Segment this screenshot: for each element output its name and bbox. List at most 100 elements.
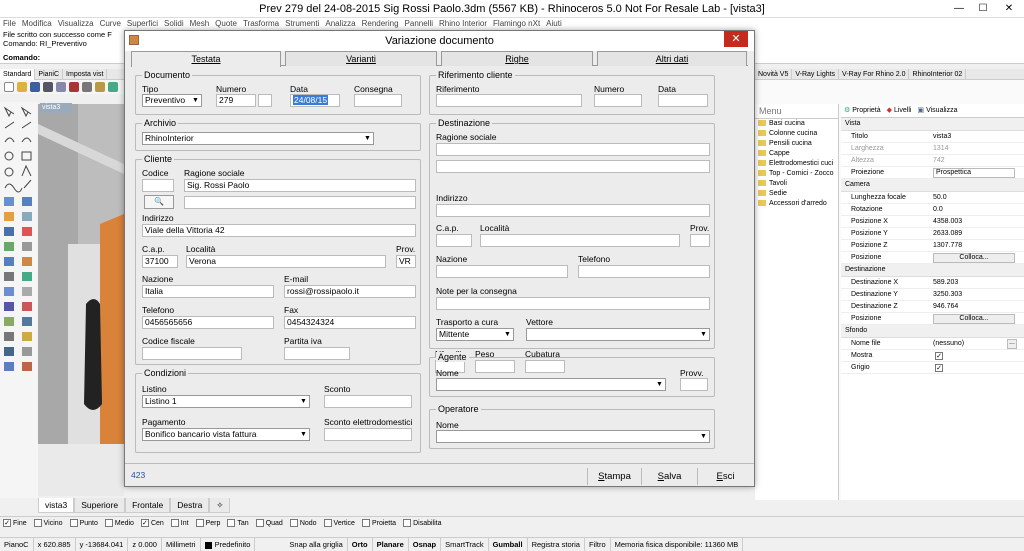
osnap-tan[interactable]: Tan (224, 517, 249, 531)
tab-standard[interactable]: Standard (0, 69, 36, 80)
menu-item[interactable]: Basi cucina (755, 119, 838, 129)
prop-nome-file[interactable]: Nome file (nessuno)... (841, 338, 1024, 350)
archivio-select[interactable]: RhinoInterior ▼ (142, 132, 374, 145)
prov-field[interactable]: VR (396, 255, 416, 268)
codice-field[interactable] (142, 179, 174, 192)
import-icon[interactable] (56, 82, 66, 92)
prop-rotazione[interactable]: Rotazione 0.0 (841, 204, 1024, 216)
vettore-select[interactable]: ▼ (526, 328, 710, 341)
status-plane[interactable]: PianoC (0, 538, 34, 551)
viewport-vista3[interactable] (38, 104, 124, 496)
menu-rhino-interior[interactable]: Rhino Interior (436, 18, 490, 30)
rif-numero-field[interactable] (594, 94, 642, 107)
browse-file-button[interactable]: ... (1007, 339, 1017, 349)
search-client-button[interactable]: 🔍 (144, 195, 174, 209)
menu-item[interactable]: Colonne cucina (755, 129, 838, 139)
fax-field[interactable]: 0454324324 (284, 316, 416, 329)
prop-proiezione[interactable]: Proiezione Prospettica (841, 167, 1024, 179)
prop-dest-z[interactable]: Destinazione Z 946.764 (841, 301, 1024, 313)
prop-titolo[interactable]: Titolo vista3 (841, 131, 1024, 143)
riferimento-field[interactable] (436, 94, 582, 107)
ragione-sociale-2-field[interactable] (184, 196, 416, 209)
codice-fiscale-field[interactable] (142, 347, 242, 360)
tab-destra[interactable]: Destra (170, 498, 210, 513)
sconto-elettrodomestici-field[interactable] (324, 428, 412, 441)
copy-icon[interactable] (82, 82, 92, 92)
menu-item[interactable]: Tavoli (755, 179, 838, 189)
tab-testata[interactable]: Testata (131, 51, 281, 67)
osnap-fine[interactable]: ✓ Fine (0, 517, 27, 531)
partita-iva-field[interactable] (284, 347, 350, 360)
osnap-vertice[interactable]: Vertice (321, 517, 355, 531)
localita-field[interactable]: Verona (186, 255, 386, 268)
colloca-dest-button[interactable]: Colloca... (933, 314, 1015, 324)
menu-file[interactable]: File (0, 18, 19, 30)
menu-trasforma[interactable]: Trasforma (240, 18, 282, 30)
dialog-close-button[interactable]: ✕ (724, 31, 748, 47)
osnap-checkbox[interactable] (227, 519, 236, 528)
viewport-title[interactable]: vista3 (40, 103, 72, 113)
add-view-tab[interactable]: ✧ (209, 498, 231, 513)
esci-button[interactable]: Esci (697, 468, 753, 485)
dest-nazione-field[interactable] (436, 265, 568, 278)
close-window-button[interactable]: ✕ (998, 2, 1020, 16)
prop-posizione-y[interactable]: Posizione Y 2633.089 (841, 228, 1024, 240)
tab-pianic[interactable]: PianiC (35, 69, 64, 80)
tab-righe[interactable]: Righe (441, 51, 593, 66)
osnap-checkbox[interactable] (403, 519, 412, 528)
osnap-checkbox[interactable]: ✓ (3, 519, 11, 528)
print-icon[interactable] (43, 82, 53, 92)
tab-novita[interactable]: Novità V5 (755, 69, 793, 80)
menu-item[interactable]: Accessori d'arredo (755, 199, 838, 209)
osnap-cen[interactable]: ✓ Cen (138, 517, 164, 531)
osnap-perp[interactable]: Perp (193, 517, 220, 531)
orto-toggle[interactable]: Orto (348, 538, 373, 551)
prop-posizione-z[interactable]: Posizione Z 1307.778 (841, 240, 1024, 252)
history-toggle[interactable]: Registra storia (528, 538, 585, 551)
menu-quote[interactable]: Quote (212, 18, 240, 30)
status-layer[interactable]: Predefinito (201, 538, 256, 551)
menu-item[interactable]: Pensili cucina (755, 139, 838, 149)
agente-select[interactable]: ▼ (436, 378, 666, 391)
dest-localita-field[interactable] (480, 234, 680, 247)
consegna-field[interactable] (354, 94, 402, 107)
listino-select[interactable]: Listino 1 ▼ (142, 395, 310, 408)
menu-analizza[interactable]: Analizza (322, 18, 358, 30)
prop-dest-y[interactable]: Destinazione Y 3250.303 (841, 289, 1024, 301)
pagamento-select[interactable]: Bonifico bancario vista fattura ▼ (142, 428, 310, 441)
osnap-checkbox[interactable] (104, 519, 113, 528)
tab-proprieta[interactable]: ⚙ Proprietà (841, 104, 884, 118)
tab-imposta-vista[interactable]: Imposta vist (63, 69, 108, 80)
open-folder-icon[interactable] (17, 82, 27, 92)
snap-toggle[interactable]: Snap alla griglia (285, 538, 348, 551)
osnap-toggle[interactable]: Osnap (409, 538, 442, 551)
stampa-button[interactable]: Stampa (587, 468, 641, 485)
menu-flamingo[interactable]: Flamingo nXt (490, 18, 543, 30)
tab-vray-lights[interactable]: V-Ray Lights (792, 69, 840, 80)
osnap-nodo[interactable]: Nodo (287, 517, 317, 531)
osnap-checkbox[interactable] (289, 519, 298, 528)
grigio-checkbox[interactable]: ✓ (935, 364, 943, 372)
colloca-camera-button[interactable]: Colloca... (933, 253, 1015, 263)
tab-visualizza[interactable]: ▣ Visualizza (915, 104, 961, 118)
menu-aiuti[interactable]: Aiuti (543, 18, 565, 30)
save-icon[interactable] (30, 82, 40, 92)
nazione-field[interactable]: Italia (142, 285, 274, 298)
tab-vray-rhino[interactable]: V-Ray For Rhino 2.0 (839, 69, 910, 80)
menu-mesh[interactable]: Mesh (187, 18, 213, 30)
trasporto-select[interactable]: Mittente ▼ (436, 328, 514, 341)
prop-lunghezza-focale[interactable]: Lunghezza focale 50.0 (841, 192, 1024, 204)
tool-icons-grid[interactable] (0, 102, 38, 498)
menu-superfici[interactable]: Superfici (124, 18, 161, 30)
osnap-checkbox[interactable] (255, 519, 264, 528)
tab-varianti[interactable]: Varianti (285, 51, 437, 66)
osnap-checkbox[interactable] (361, 519, 370, 528)
dest-ragione-field[interactable] (436, 143, 710, 156)
osnap-disabilita[interactable]: Disabilita (400, 517, 441, 531)
menu-curve[interactable]: Curve (97, 18, 124, 30)
tab-rhinointerior[interactable]: RhinoInterior 02 (909, 69, 967, 80)
minimize-button[interactable]: — (948, 2, 970, 16)
pan-icon[interactable] (108, 82, 118, 92)
menu-solidi[interactable]: Solidi (161, 18, 187, 30)
dest-indirizzo-field[interactable] (436, 204, 710, 217)
